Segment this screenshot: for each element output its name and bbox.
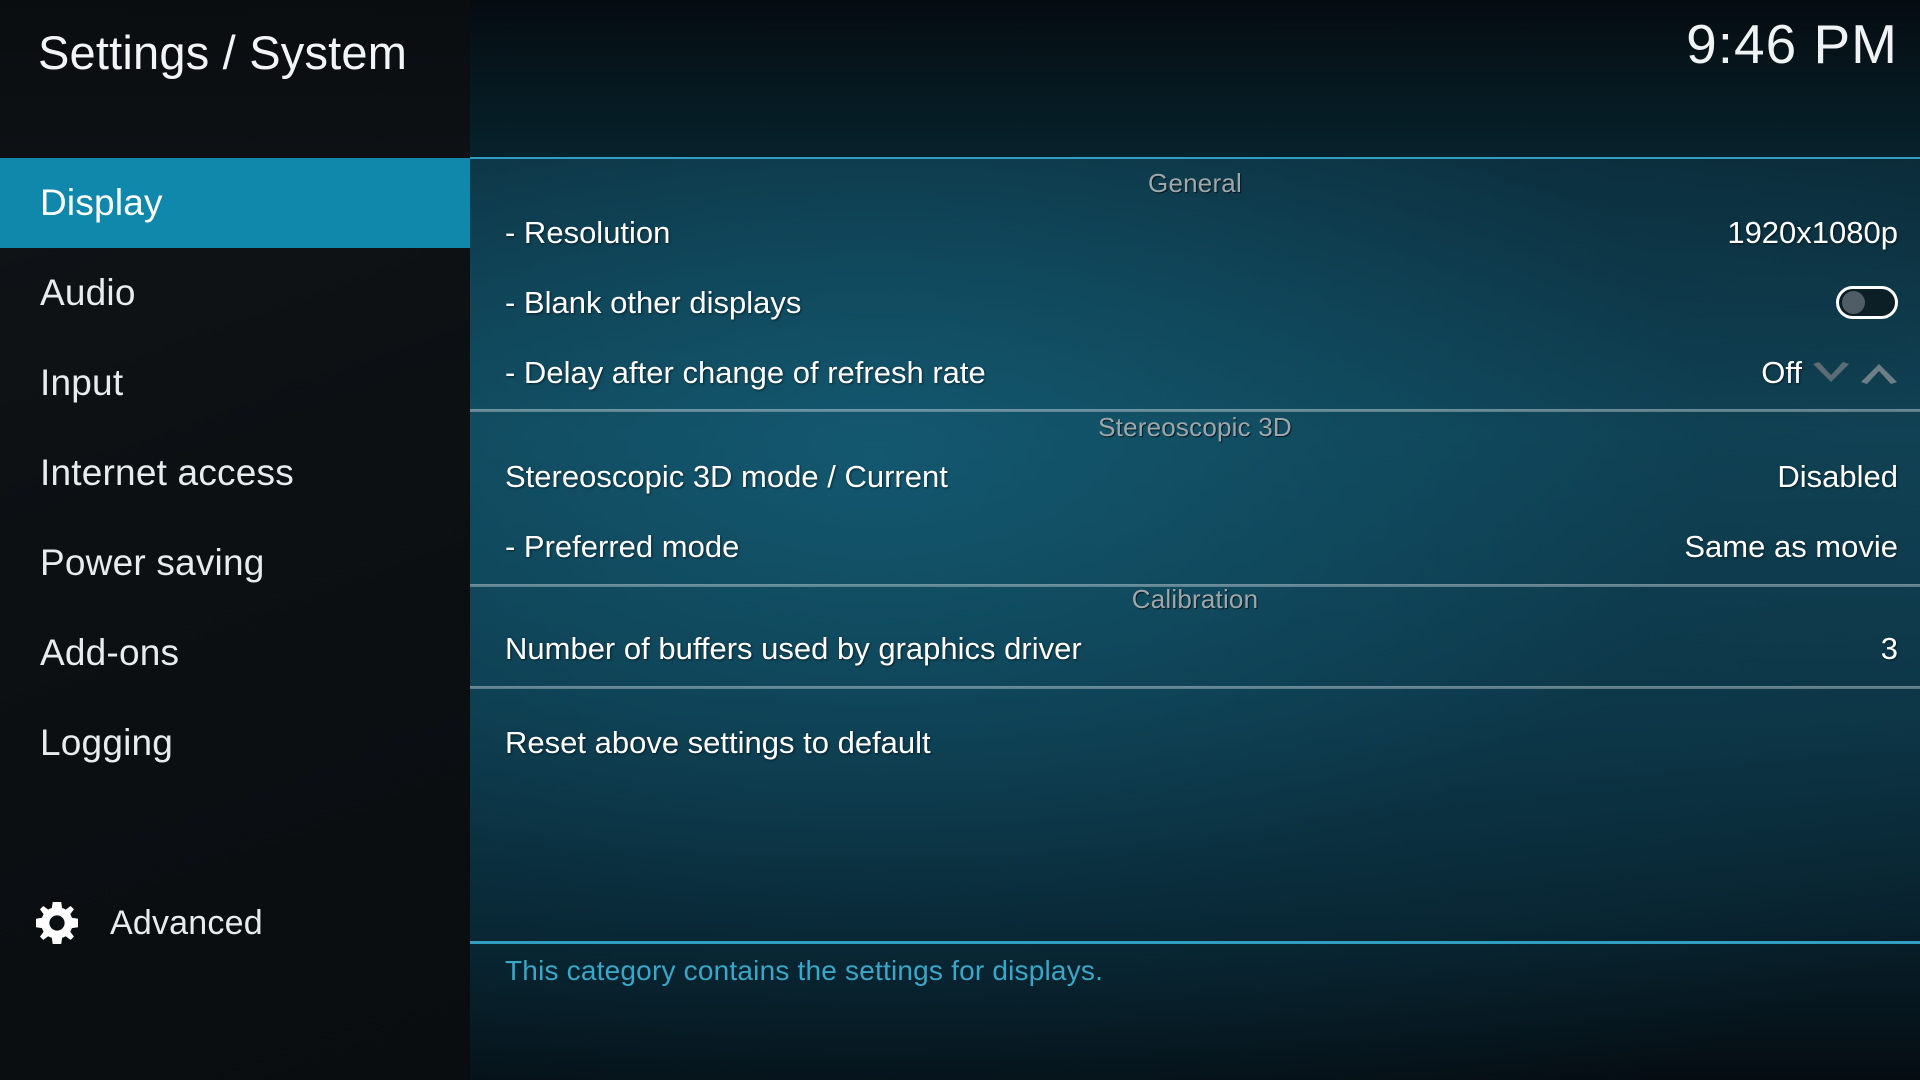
setting-label: Reset above settings to default bbox=[505, 724, 931, 760]
sidebar-item-label: Audio bbox=[40, 272, 136, 313]
gear-icon bbox=[36, 902, 78, 944]
section-calibration: Calibration Number of buffers used by gr… bbox=[470, 584, 1920, 689]
sidebar-item-add-ons[interactable]: Add-ons bbox=[0, 608, 470, 698]
setting-value: 1920x1080p bbox=[1727, 214, 1898, 250]
setting-row-reset-to-default[interactable]: Reset above settings to default bbox=[470, 714, 1920, 771]
setting-label: - Resolution bbox=[505, 214, 671, 250]
setting-label: - Preferred mode bbox=[505, 528, 740, 564]
sidebar-item-input[interactable]: Input bbox=[0, 338, 470, 428]
toggle-knob bbox=[1842, 291, 1865, 314]
setting-row-stereoscopic-3d-mode[interactable]: Stereoscopic 3D mode / Current Disabled bbox=[470, 448, 1920, 505]
chevron-down-icon[interactable] bbox=[1810, 360, 1852, 386]
section-title-general: General bbox=[1148, 168, 1242, 198]
setting-row-blank-other-displays[interactable]: - Blank other displays bbox=[470, 274, 1920, 331]
content-top-rule bbox=[470, 157, 1920, 159]
section-title-calibration: Calibration bbox=[1131, 584, 1259, 614]
section-stereoscopic-3d: Stereoscopic 3D Stereoscopic 3D mode / C… bbox=[470, 412, 1920, 587]
sidebar-item-internet-access[interactable]: Internet access bbox=[0, 428, 470, 518]
setting-value: 3 bbox=[1880, 630, 1898, 666]
sidebar-item-label: Add-ons bbox=[40, 632, 180, 673]
toggle-switch-blank-other-displays[interactable] bbox=[1836, 286, 1898, 319]
setting-value: Disabled bbox=[1777, 458, 1898, 494]
setting-row-delay-after-refresh-rate-change[interactable]: - Delay after change of refresh rate Off bbox=[470, 344, 1920, 401]
footer-rule bbox=[470, 941, 1920, 944]
settings-content-panel: 9:46 PM General - Resolution 1920x1080p … bbox=[470, 0, 1920, 1080]
advanced-label: Advanced bbox=[110, 903, 263, 942]
sidebar-item-label: Display bbox=[40, 182, 163, 223]
sidebar-header: Settings / System bbox=[0, 0, 470, 158]
setting-label: Number of buffers used by graphics drive… bbox=[505, 630, 1082, 666]
category-description: This category contains the settings for … bbox=[505, 955, 1104, 986]
setting-value: Same as movie bbox=[1684, 528, 1898, 564]
sidebar-item-label: Power saving bbox=[40, 542, 265, 583]
setting-row-resolution[interactable]: - Resolution 1920x1080p bbox=[470, 204, 1920, 261]
sidebar-item-label: Internet access bbox=[40, 452, 294, 493]
sidebar-item-power-saving[interactable]: Power saving bbox=[0, 518, 470, 608]
sidebar-item-audio[interactable]: Audio bbox=[0, 248, 470, 338]
section-title-stereoscopic-3d: Stereoscopic 3D bbox=[1098, 412, 1292, 442]
page-title: Settings / System bbox=[38, 26, 408, 79]
sidebar-item-display[interactable]: Display bbox=[0, 158, 470, 248]
setting-row-preferred-mode[interactable]: - Preferred mode Same as movie bbox=[470, 518, 1920, 575]
sidebar: Settings / System Display Audio Input In… bbox=[0, 0, 470, 1080]
setting-value: Off bbox=[1761, 354, 1802, 390]
sidebar-item-logging[interactable]: Logging bbox=[0, 698, 470, 788]
sidebar-item-label: Logging bbox=[40, 722, 174, 763]
kodi-settings-screen: 9:46 PM General - Resolution 1920x1080p … bbox=[0, 0, 1920, 1080]
setting-label: Stereoscopic 3D mode / Current bbox=[505, 458, 948, 494]
chevron-up-icon[interactable] bbox=[1858, 360, 1900, 386]
section-divider bbox=[470, 686, 1920, 689]
spinner-control[interactable] bbox=[1810, 353, 1906, 393]
sidebar-nav: Display Audio Input Internet access Powe… bbox=[0, 158, 470, 788]
setting-row-number-of-buffers[interactable]: Number of buffers used by graphics drive… bbox=[470, 620, 1920, 677]
sidebar-item-label: Input bbox=[40, 362, 124, 403]
advanced-settings-button[interactable]: Advanced bbox=[0, 888, 470, 958]
section-general: General - Resolution 1920x1080p - Blank … bbox=[470, 168, 1920, 412]
clock: 9:46 PM bbox=[1686, 13, 1898, 75]
content-header-bar: 9:46 PM bbox=[470, 0, 1920, 158]
setting-label: - Delay after change of refresh rate bbox=[505, 354, 986, 390]
setting-label: - Blank other displays bbox=[505, 284, 802, 320]
